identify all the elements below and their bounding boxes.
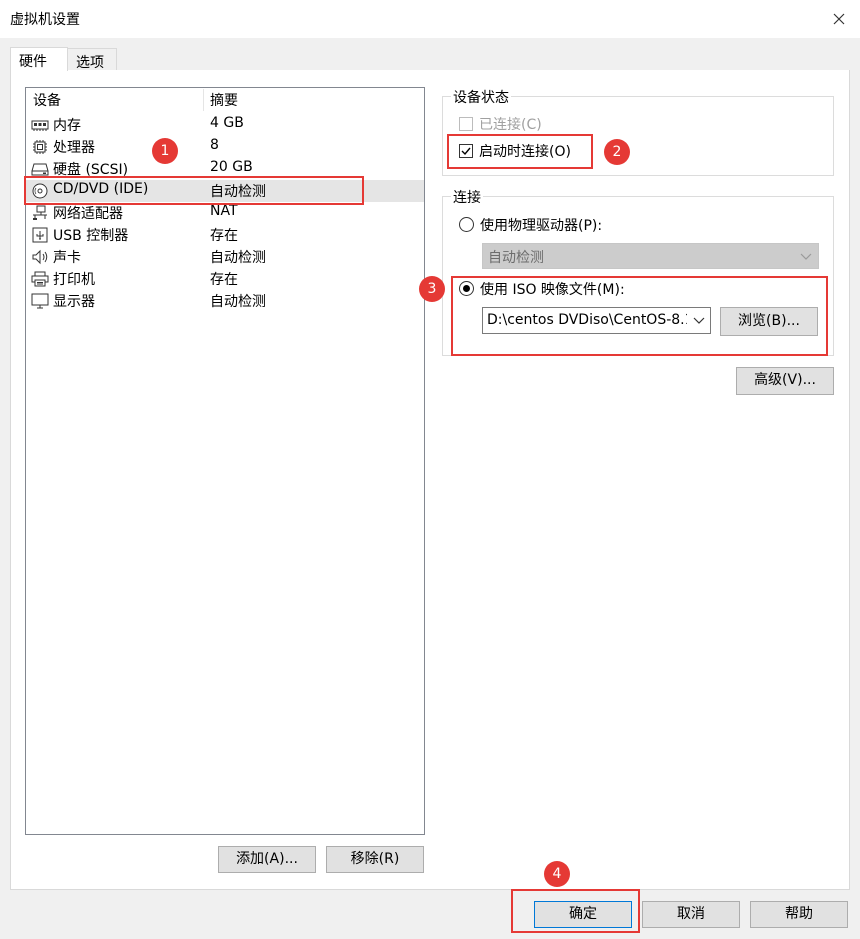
device-row-network-adapter[interactable]: 网络适配器 NAT: [26, 202, 424, 224]
annotation-highlight-3: [451, 276, 828, 356]
device-name: 显示器: [53, 294, 95, 310]
annotation-highlight-1: [24, 176, 364, 205]
physical-drive-radio[interactable]: [459, 217, 474, 232]
title-bar: 虚拟机设置: [0, 0, 860, 38]
device-summary: 20 GB: [210, 159, 253, 175]
physical-drive-select[interactable]: 自动检测: [482, 243, 819, 269]
advanced-button[interactable]: 高级(V)...: [736, 367, 834, 395]
processor-icon: [31, 139, 49, 155]
sound-icon: [31, 249, 49, 265]
device-name: 内存: [53, 118, 81, 134]
device-row-memory[interactable]: 内存 4 GB: [26, 114, 424, 136]
cancel-button[interactable]: 取消: [642, 901, 740, 928]
add-button[interactable]: 添加(A)...: [218, 846, 316, 873]
device-summary: 4 GB: [210, 115, 244, 131]
device-name: USB 控制器: [53, 228, 129, 244]
annotation-badge-1: 1: [152, 138, 178, 164]
device-name: 声卡: [53, 250, 81, 266]
memory-icon: [31, 117, 49, 133]
annotation-badge-2: 2: [604, 139, 630, 165]
close-icon[interactable]: [826, 6, 852, 32]
connected-label[interactable]: 已连接(C): [479, 114, 542, 134]
device-summary: 自动检测: [210, 294, 266, 310]
annotation-badge-4: 4: [544, 861, 570, 887]
help-button[interactable]: 帮助: [750, 901, 848, 928]
device-name: 网络适配器: [53, 206, 123, 222]
connection-label: 连接: [451, 187, 483, 207]
display-icon: [31, 293, 49, 309]
device-row-processor[interactable]: 处理器 8: [26, 136, 424, 158]
window-title: 虚拟机设置: [10, 12, 80, 28]
annotation-badge-3: 3: [419, 276, 445, 302]
column-separator[interactable]: [203, 89, 204, 111]
device-summary: NAT: [210, 203, 238, 219]
device-name: 处理器: [53, 140, 95, 156]
annotation-highlight-4: [511, 889, 640, 933]
printer-icon: [31, 271, 49, 287]
device-row-display[interactable]: 显示器 自动检测: [26, 290, 424, 312]
usb-icon: [31, 227, 49, 243]
device-column-header[interactable]: 设备: [33, 90, 61, 110]
device-status-label: 设备状态: [451, 87, 511, 107]
device-summary: 8: [210, 137, 219, 153]
physical-drive-select-value: 自动检测: [488, 250, 544, 266]
device-summary: 存在: [210, 228, 238, 244]
device-row-printer[interactable]: 打印机 存在: [26, 268, 424, 290]
device-row-sound[interactable]: 声卡 自动检测: [26, 246, 424, 268]
annotation-highlight-2: [447, 134, 593, 169]
chevron-down-icon: [800, 253, 812, 260]
summary-column-header[interactable]: 摘要: [210, 90, 238, 110]
remove-button[interactable]: 移除(R): [326, 846, 424, 873]
physical-drive-label[interactable]: 使用物理驱动器(P):: [480, 215, 602, 235]
device-row-usb[interactable]: USB 控制器 存在: [26, 224, 424, 246]
device-name: 打印机: [53, 272, 95, 288]
device-summary: 存在: [210, 272, 238, 288]
device-summary: 自动检测: [210, 250, 266, 266]
tab-options[interactable]: 选项: [67, 48, 117, 71]
connected-checkbox[interactable]: [459, 117, 473, 131]
hard-disk-icon: [31, 161, 49, 177]
network-adapter-icon: [31, 205, 49, 221]
tab-hardware[interactable]: 硬件: [10, 47, 68, 71]
